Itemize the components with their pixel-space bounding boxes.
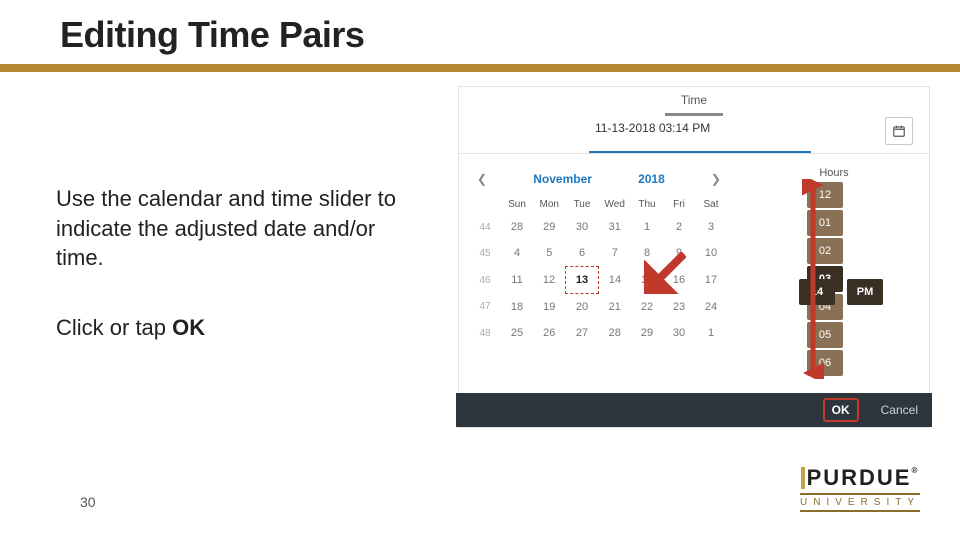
slide-body: Use the calendar and time slider to indi…: [56, 184, 426, 383]
calendar-day[interactable]: 30: [566, 214, 599, 240]
calendar-day[interactable]: 1: [695, 320, 727, 346]
calendar-day[interactable]: 5: [533, 240, 566, 267]
slide-title: Editing Time Pairs: [60, 14, 364, 56]
dow: Sat: [695, 195, 727, 214]
calendar-day[interactable]: 28: [501, 214, 533, 240]
calendar-year[interactable]: 2018: [638, 172, 665, 186]
calendar-day[interactable]: 31: [599, 214, 632, 240]
body-cta: Click or tap OK: [56, 313, 426, 343]
annotation-arrow-to-day: [644, 252, 686, 294]
datetime-field[interactable]: 11-13-2018 03:14 PM: [589, 117, 811, 153]
page-number: 30: [80, 494, 96, 510]
calendar-day[interactable]: 11: [501, 267, 533, 294]
logo-university: UNIVERSITY: [800, 493, 920, 512]
dow: Mon: [533, 195, 566, 214]
tab-time[interactable]: Time: [665, 87, 723, 116]
calendar: ❮ November 2018 ❯ Sun Mon Tue Wed Thu Fr…: [469, 167, 729, 346]
calendar-day[interactable]: 2: [663, 214, 695, 240]
calendar-day[interactable]: 22: [631, 294, 663, 321]
week-number: 45: [469, 240, 501, 267]
calendar-day[interactable]: 12: [533, 267, 566, 294]
calendar-day[interactable]: 21: [599, 294, 632, 321]
calendar-day[interactable]: 4: [501, 240, 533, 267]
datetime-picker: Time 11-13-2018 03:14 PM ❮ November 2018…: [458, 86, 930, 428]
calendar-day[interactable]: 30: [663, 320, 695, 346]
calendar-day[interactable]: 27: [566, 320, 599, 346]
body-paragraph: Use the calendar and time slider to indi…: [56, 184, 426, 273]
clock-button[interactable]: [885, 117, 913, 145]
week-number: 44: [469, 214, 501, 240]
cta-prefix: Click or tap: [56, 315, 172, 340]
calendar-day[interactable]: 6: [566, 240, 599, 267]
annotation-arrow-hours: [802, 179, 824, 379]
calendar-day[interactable]: 14: [599, 267, 632, 294]
calendar-grid: Sun Mon Tue Wed Thu Fri Sat 442829303112…: [469, 195, 728, 346]
dow: Fri: [663, 195, 695, 214]
calendar-day[interactable]: 24: [695, 294, 727, 321]
month-next[interactable]: ❯: [711, 172, 721, 186]
calendar-day[interactable]: 18: [501, 294, 533, 321]
dow: Wed: [599, 195, 632, 214]
title-rule: [0, 64, 960, 72]
hours-label: Hours: [773, 167, 895, 179]
dow: Tue: [566, 195, 599, 214]
calendar-day[interactable]: 23: [663, 294, 695, 321]
week-number: 48: [469, 320, 501, 346]
calendar-day[interactable]: 26: [533, 320, 566, 346]
ampm-value[interactable]: PM: [847, 279, 883, 305]
week-number: 46: [469, 267, 501, 294]
calendar-day[interactable]: 1: [631, 214, 663, 240]
calendar-day[interactable]: 29: [533, 214, 566, 240]
calendar-day[interactable]: 29: [631, 320, 663, 346]
dow: Thu: [631, 195, 663, 214]
picker-footer: OK Cancel: [456, 393, 932, 427]
calendar-day[interactable]: 3: [695, 214, 727, 240]
ok-button[interactable]: OK: [823, 398, 859, 422]
month-prev[interactable]: ❮: [477, 172, 487, 186]
calendar-day[interactable]: 10: [695, 240, 727, 267]
purdue-logo: PURDUE® UNIVERSITY: [800, 467, 920, 512]
clock-icon: [892, 124, 906, 138]
calendar-day[interactable]: 13: [566, 267, 599, 294]
calendar-day[interactable]: 25: [501, 320, 533, 346]
calendar-day[interactable]: 19: [533, 294, 566, 321]
calendar-day[interactable]: 17: [695, 267, 727, 294]
calendar-month[interactable]: November: [533, 172, 592, 186]
calendar-day[interactable]: 20: [566, 294, 599, 321]
week-number: 47: [469, 294, 501, 321]
dow: Sun: [501, 195, 533, 214]
logo-word: PURDUE: [807, 465, 912, 490]
hours-column: Hours 12010203040506 14 PM: [755, 167, 895, 378]
calendar-day[interactable]: 28: [599, 320, 632, 346]
cancel-button[interactable]: Cancel: [881, 403, 918, 417]
calendar-day[interactable]: 7: [599, 240, 632, 267]
cta-bold: OK: [172, 315, 205, 340]
